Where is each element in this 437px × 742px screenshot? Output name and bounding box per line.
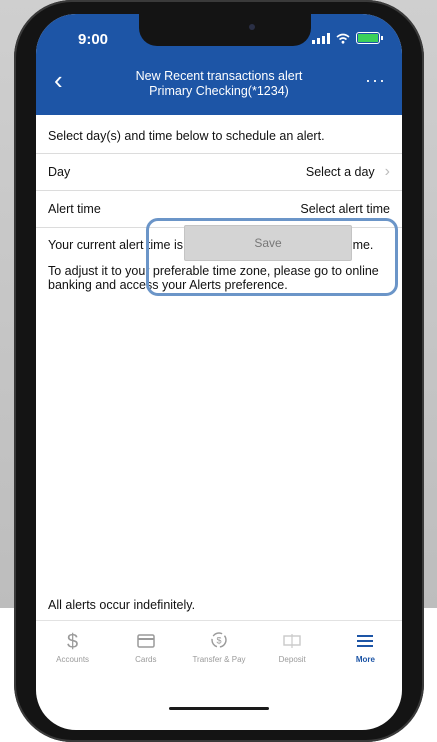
camera-icon [249, 24, 255, 30]
alert-time-value: Select alert time [300, 202, 390, 216]
tab-transfer-pay[interactable]: $ Transfer & Pay [182, 621, 255, 683]
tab-deposit[interactable]: Deposit [256, 621, 329, 683]
tab-accounts-label: Accounts [56, 655, 90, 664]
tab-more[interactable]: More [329, 621, 402, 683]
day-value: Select a day [305, 165, 375, 179]
alert-time-label: Alert time [48, 202, 101, 216]
menu-icon [329, 631, 402, 655]
status-icons [312, 32, 383, 44]
tab-bar: $ Accounts Cards $ Transfer & Pay Deposi… [36, 620, 402, 683]
instruction-text: Select day(s) and time below to schedule… [36, 115, 402, 154]
tab-more-label: More [355, 655, 375, 664]
tab-cards-label: Cards [135, 655, 157, 664]
status-time: 9:00 [78, 31, 109, 48]
battery-icon [356, 32, 383, 44]
header-title-block: New Recent transactions alert Primary Ch… [96, 69, 342, 99]
footer-note: All alerts occur indefinitely. [48, 598, 196, 612]
chevron-right-icon: › [384, 163, 390, 180]
transfer-icon: $ [182, 631, 255, 655]
page-title: New Recent transactions alert [135, 69, 303, 83]
tab-cards[interactable]: Cards [109, 621, 182, 683]
wifi-icon [336, 33, 350, 44]
save-highlight-callout [146, 218, 398, 296]
phone-notch [139, 14, 311, 46]
signal-icon [312, 32, 330, 44]
day-row[interactable]: Day Select a day › [36, 154, 402, 191]
day-label: Day [48, 165, 71, 179]
card-icon [109, 631, 182, 655]
more-options-button[interactable]: ··· [365, 70, 386, 91]
tab-accounts[interactable]: $ Accounts [36, 621, 109, 683]
phone-screen: 9:00 ‹ New Recent transactions alert Pri… [36, 14, 402, 730]
dollar-icon: $ [67, 631, 79, 653]
deposit-icon [256, 631, 329, 655]
tab-transfer-pay-label: Transfer & Pay [192, 655, 246, 664]
svg-text:$: $ [216, 636, 221, 646]
back-button[interactable]: ‹ [54, 67, 63, 93]
home-indicator [169, 707, 269, 710]
page-subtitle: Primary Checking(*1234) [149, 84, 289, 98]
tab-deposit-label: Deposit [278, 655, 306, 664]
